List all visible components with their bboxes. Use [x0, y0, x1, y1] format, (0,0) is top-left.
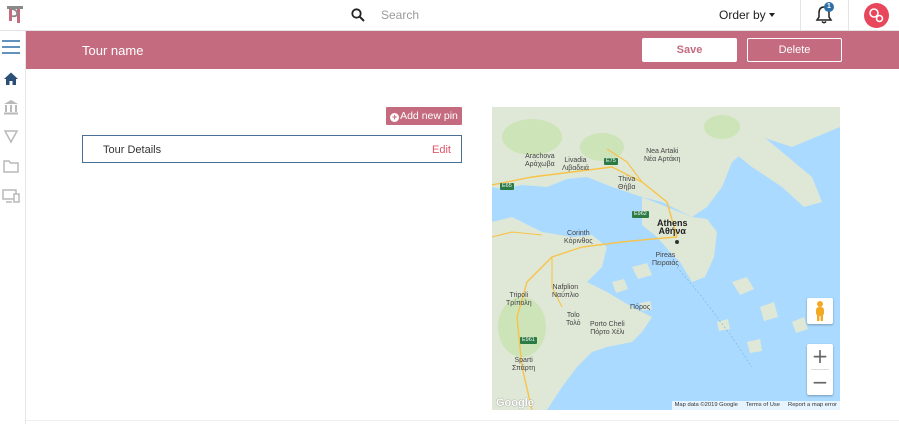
zoom-controls: + − — [807, 344, 833, 395]
pegman-icon — [816, 301, 824, 321]
caret-down-icon — [768, 13, 775, 17]
road-shield-e75: E75 — [604, 158, 618, 165]
terms-of-use-link[interactable]: Terms of Use — [746, 402, 780, 408]
road-shield-e962: E962 — [632, 211, 649, 218]
map-label-arachova: Arachova Αράχωβα — [525, 153, 555, 168]
map-label-tolo: Tolo Τολό — [566, 312, 581, 327]
google-logo[interactable]: Google — [496, 397, 534, 409]
street-view-pegman-button[interactable] — [807, 298, 833, 324]
map-label-athens: Athens Αθήνα — [657, 218, 688, 236]
order-by-dropdown[interactable]: Order by — [719, 8, 775, 22]
map-attribution: Map data ©2019 Google Terms of Use Report … — [671, 401, 840, 410]
home-icon[interactable] — [2, 71, 20, 87]
road-shield-e961: E961 — [520, 337, 537, 344]
tour-details-card: Tour Details Edit — [82, 135, 462, 163]
plus-circle-icon: + — [390, 112, 400, 122]
zoom-in-button[interactable]: + — [807, 344, 833, 369]
map-label-livadia: Livadia Λιβαδειά — [562, 157, 589, 172]
map-data-text: Map data ©2019 Google — [674, 402, 738, 408]
tour-header: Tour name Save Delete — [26, 31, 899, 69]
devices-icon[interactable] — [2, 188, 20, 204]
notification-badge: 1 — [824, 2, 834, 12]
museum-icon[interactable] — [2, 99, 20, 115]
map-label-thiva: Thiva Θήβα — [618, 176, 636, 191]
folder-icon[interactable] — [2, 158, 20, 174]
save-button[interactable]: Save — [642, 38, 737, 62]
map-label-tripoli: Tripoli Τρίπολη — [506, 292, 532, 307]
divider — [800, 0, 801, 31]
bottom-divider — [26, 420, 899, 421]
menu-icon[interactable] — [2, 39, 20, 55]
avatar[interactable] — [864, 3, 889, 28]
report-map-error-link[interactable]: Report a map error — [788, 402, 837, 408]
app-logo-icon[interactable] — [4, 4, 26, 26]
delete-button[interactable]: Delete — [747, 38, 842, 62]
road-shield-e65: E65 — [500, 183, 514, 190]
map-label-sparti: Sparti Σπάρτη — [512, 357, 536, 372]
tour-details-title: Tour Details — [103, 144, 162, 156]
map-label-porto-cheli: Porto Cheli Πόρτο Χέλι — [590, 321, 625, 336]
edit-link[interactable]: Edit — [432, 144, 451, 156]
add-new-pin-label: Add new pin — [400, 110, 458, 122]
map-label-nafplion: Nafplion Ναύπλιο — [552, 284, 579, 299]
map-label-poros: Πόρος — [630, 304, 651, 311]
search-input[interactable] — [381, 6, 681, 24]
top-bar: Order by 1 — [0, 0, 899, 31]
map-label-pireas: Pireas Πειραιάς — [652, 252, 679, 267]
add-new-pin-button[interactable]: + Add new pin — [386, 107, 462, 125]
search-icon[interactable] — [351, 8, 365, 22]
map-label-nea-artaki: Nea Artaki Νέα Αρτάκη — [644, 148, 681, 163]
sidebar — [0, 31, 26, 424]
user-avatar-icon — [869, 8, 884, 23]
zoom-out-button[interactable]: − — [807, 370, 833, 395]
divider — [848, 0, 849, 31]
pin-icon[interactable] — [2, 128, 20, 144]
order-by-label: Order by — [719, 8, 766, 22]
map[interactable]: Arachova Αράχωβα Livadia Λιβαδειά Nea Arta… — [492, 107, 840, 410]
tour-name-title[interactable]: Tour name — [82, 43, 143, 58]
map-label-corinth: Corinth Κόρινθος — [564, 230, 593, 245]
